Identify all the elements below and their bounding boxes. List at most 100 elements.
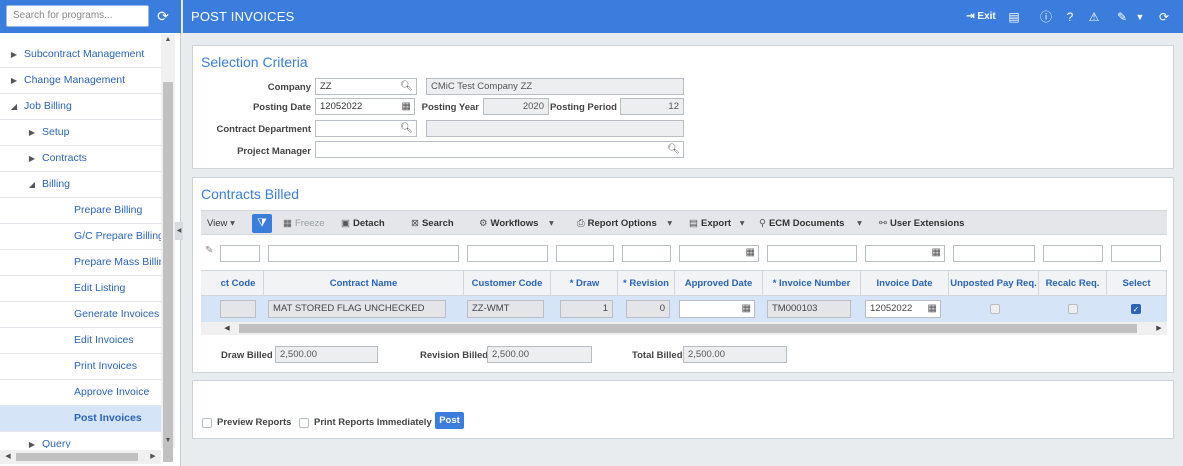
calendar-icon[interactable]: ▦: [742, 301, 751, 317]
recalc-req-checkbox[interactable]: [1068, 304, 1078, 314]
scroll-down-icon[interactable]: ▼: [161, 435, 175, 447]
freeze-button[interactable]: ▦ Freeze: [283, 216, 325, 231]
scroll-up-icon[interactable]: ▲: [161, 34, 175, 46]
scrollbar-thumb[interactable]: [16, 453, 138, 461]
search-button[interactable]: ⊠ Search: [411, 216, 454, 231]
refresh-icon[interactable]: ⟳: [154, 6, 172, 26]
contract-department-input[interactable]: 🔍︎: [315, 120, 417, 137]
refresh-icon[interactable]: ⟳: [1155, 8, 1173, 26]
filter-ct-code[interactable]: [220, 245, 260, 262]
chevron-down-icon[interactable]: ▼: [1133, 8, 1147, 26]
ecm-documents-menu[interactable]: ⚲ ECM Documents ▾: [759, 216, 865, 231]
chevron-down-icon[interactable]: ◢: [27, 172, 37, 197]
filter-approved-date[interactable]: ▦: [679, 245, 759, 262]
cell-revision[interactable]: 0: [626, 300, 670, 318]
sidebar-item-prepare-mass-billing[interactable]: Prepare Mass Billing: [0, 250, 161, 276]
cell-approved-date[interactable]: ▦: [679, 300, 755, 318]
scroll-left-icon[interactable]: ◀: [2, 450, 14, 464]
filter-recalc-req[interactable]: [1043, 245, 1103, 262]
sidebar-item-query[interactable]: ▶ Query: [0, 432, 161, 448]
sidebar-item-g-c-prepare-billing[interactable]: G/C Prepare Billing: [0, 224, 161, 250]
detach-button[interactable]: ▣ Detach: [341, 216, 385, 231]
column-header-invoice-date[interactable]: Invoice Date: [861, 271, 949, 296]
sidebar-horizontal-scrollbar[interactable]: ◀ ▶: [0, 450, 161, 464]
warning-icon[interactable]: ⚠: [1085, 8, 1103, 26]
search-icon[interactable]: 🔍︎: [667, 142, 680, 157]
edit-icon[interactable]: ✎: [1113, 8, 1131, 26]
sidebar-item-contracts[interactable]: ▶ Contracts: [0, 146, 161, 172]
exit-button[interactable]: ⇥ Exit: [963, 8, 999, 26]
select-checkbox[interactable]: ✓: [1131, 304, 1141, 314]
column-header-invoice-number[interactable]: * Invoice Number: [763, 271, 861, 296]
sidebar-item-setup[interactable]: ▶ Setup: [0, 120, 161, 146]
info-icon[interactable]: ⓘ: [1037, 8, 1055, 26]
table-row[interactable]: MAT STORED FLAG UNCHECKED ZZ-WMT 1 0 ▦ T…: [201, 296, 1167, 322]
preview-reports-checkbox[interactable]: [202, 418, 212, 428]
sidebar-item-job-billing[interactable]: ◢ Job Billing: [0, 94, 161, 120]
chevron-right-icon[interactable]: ▶: [9, 42, 19, 67]
column-header-select[interactable]: Select: [1107, 271, 1167, 296]
clear-filter-icon[interactable]: ✎: [205, 245, 213, 256]
column-header-customer-code[interactable]: Customer Code: [464, 271, 551, 296]
column-header-draw[interactable]: * Draw: [552, 271, 618, 296]
sidebar-item-subcontract-management[interactable]: ▶ Subcontract Management: [0, 42, 161, 68]
collapse-sidebar-icon[interactable]: ◀: [175, 222, 183, 240]
scrollbar-thumb[interactable]: [163, 82, 173, 462]
chevron-right-icon[interactable]: ▶: [27, 146, 37, 171]
sidebar-item-billing[interactable]: ◢ Billing: [0, 172, 161, 198]
help-icon[interactable]: ?: [1061, 8, 1079, 26]
user-extensions-button[interactable]: ⚯ User Extensions: [879, 216, 964, 231]
filter-contract-name[interactable]: [268, 245, 459, 262]
filter-draw[interactable]: [556, 245, 614, 262]
chevron-down-icon[interactable]: ◢: [9, 94, 19, 119]
sidebar-item-print-invoices[interactable]: Print Invoices: [0, 354, 161, 380]
print-reports-immediately-checkbox[interactable]: [299, 418, 309, 428]
column-header-revision[interactable]: * Revision: [618, 271, 675, 296]
filter-icon[interactable]: ⧩: [252, 214, 272, 233]
company-input[interactable]: ZZ 🔍︎: [315, 78, 417, 95]
column-header-contract-name[interactable]: Contract Name: [264, 271, 464, 296]
chevron-right-icon[interactable]: ▶: [27, 432, 37, 448]
filter-revision[interactable]: [622, 245, 671, 262]
cell-invoice-date[interactable]: 12052022 ▦: [865, 300, 941, 318]
report-options-menu[interactable]: ⎙ Report Options ▾: [577, 216, 675, 231]
scroll-left-icon[interactable]: ◀: [221, 322, 233, 335]
workflows-menu[interactable]: ⚙ Workflows ▾: [479, 216, 557, 231]
filter-invoice-number[interactable]: [767, 245, 857, 262]
filter-unposted-pay-req[interactable]: [953, 245, 1035, 262]
scrollbar-thumb[interactable]: [239, 324, 1137, 333]
calendar-icon[interactable]: ▦: [928, 301, 937, 317]
grid-horizontal-scrollbar[interactable]: ◀ ▶: [201, 322, 1167, 335]
scroll-right-icon[interactable]: ▶: [1153, 322, 1165, 335]
unposted-pay-req-checkbox[interactable]: [990, 304, 1000, 314]
chevron-right-icon[interactable]: ▶: [9, 68, 19, 93]
cell-draw[interactable]: 1: [560, 300, 613, 318]
calendar-icon[interactable]: ▦: [402, 99, 411, 114]
program-search-input[interactable]: Search for programs...: [6, 5, 149, 27]
sidebar-vertical-scrollbar[interactable]: ▲ ▼: [161, 34, 175, 462]
sidebar-item-change-management[interactable]: ▶ Change Management: [0, 68, 161, 94]
project-manager-input[interactable]: 🔍︎: [315, 141, 684, 158]
column-header-recalc-req[interactable]: Recalc Req.: [1039, 271, 1107, 296]
chevron-right-icon[interactable]: ▶: [27, 120, 37, 145]
posting-date-input[interactable]: 12052022 ▦: [315, 98, 415, 115]
sidebar-item-approve-invoice[interactable]: Approve Invoice: [0, 380, 161, 406]
sidebar-item-post-invoices[interactable]: Post Invoices: [0, 406, 161, 432]
calendar-icon[interactable]: ▦: [932, 247, 941, 258]
filter-customer-code[interactable]: [467, 245, 548, 262]
filter-invoice-date[interactable]: ▦: [865, 245, 945, 262]
export-menu[interactable]: ▤ Export ▾: [689, 216, 748, 231]
search-icon[interactable]: 🔍︎: [400, 121, 413, 136]
post-button[interactable]: Post: [435, 412, 464, 429]
sidebar-item-generate-invoices[interactable]: Generate Invoices: [0, 302, 161, 328]
column-header-approved-date[interactable]: Approved Date: [675, 271, 763, 296]
calendar-icon[interactable]: ▦: [746, 247, 755, 258]
view-menu[interactable]: View ▾: [207, 216, 238, 231]
sidebar-item-edit-invoices[interactable]: Edit Invoices: [0, 328, 161, 354]
print-icon[interactable]: ▤: [1005, 8, 1023, 26]
search-icon[interactable]: 🔍︎: [400, 79, 413, 94]
filter-select[interactable]: [1111, 245, 1161, 262]
sidebar-item-edit-listing[interactable]: Edit Listing: [0, 276, 161, 302]
scroll-right-icon[interactable]: ▶: [147, 450, 159, 464]
column-header-unposted-pay-req[interactable]: Unposted Pay Req.: [949, 271, 1039, 296]
